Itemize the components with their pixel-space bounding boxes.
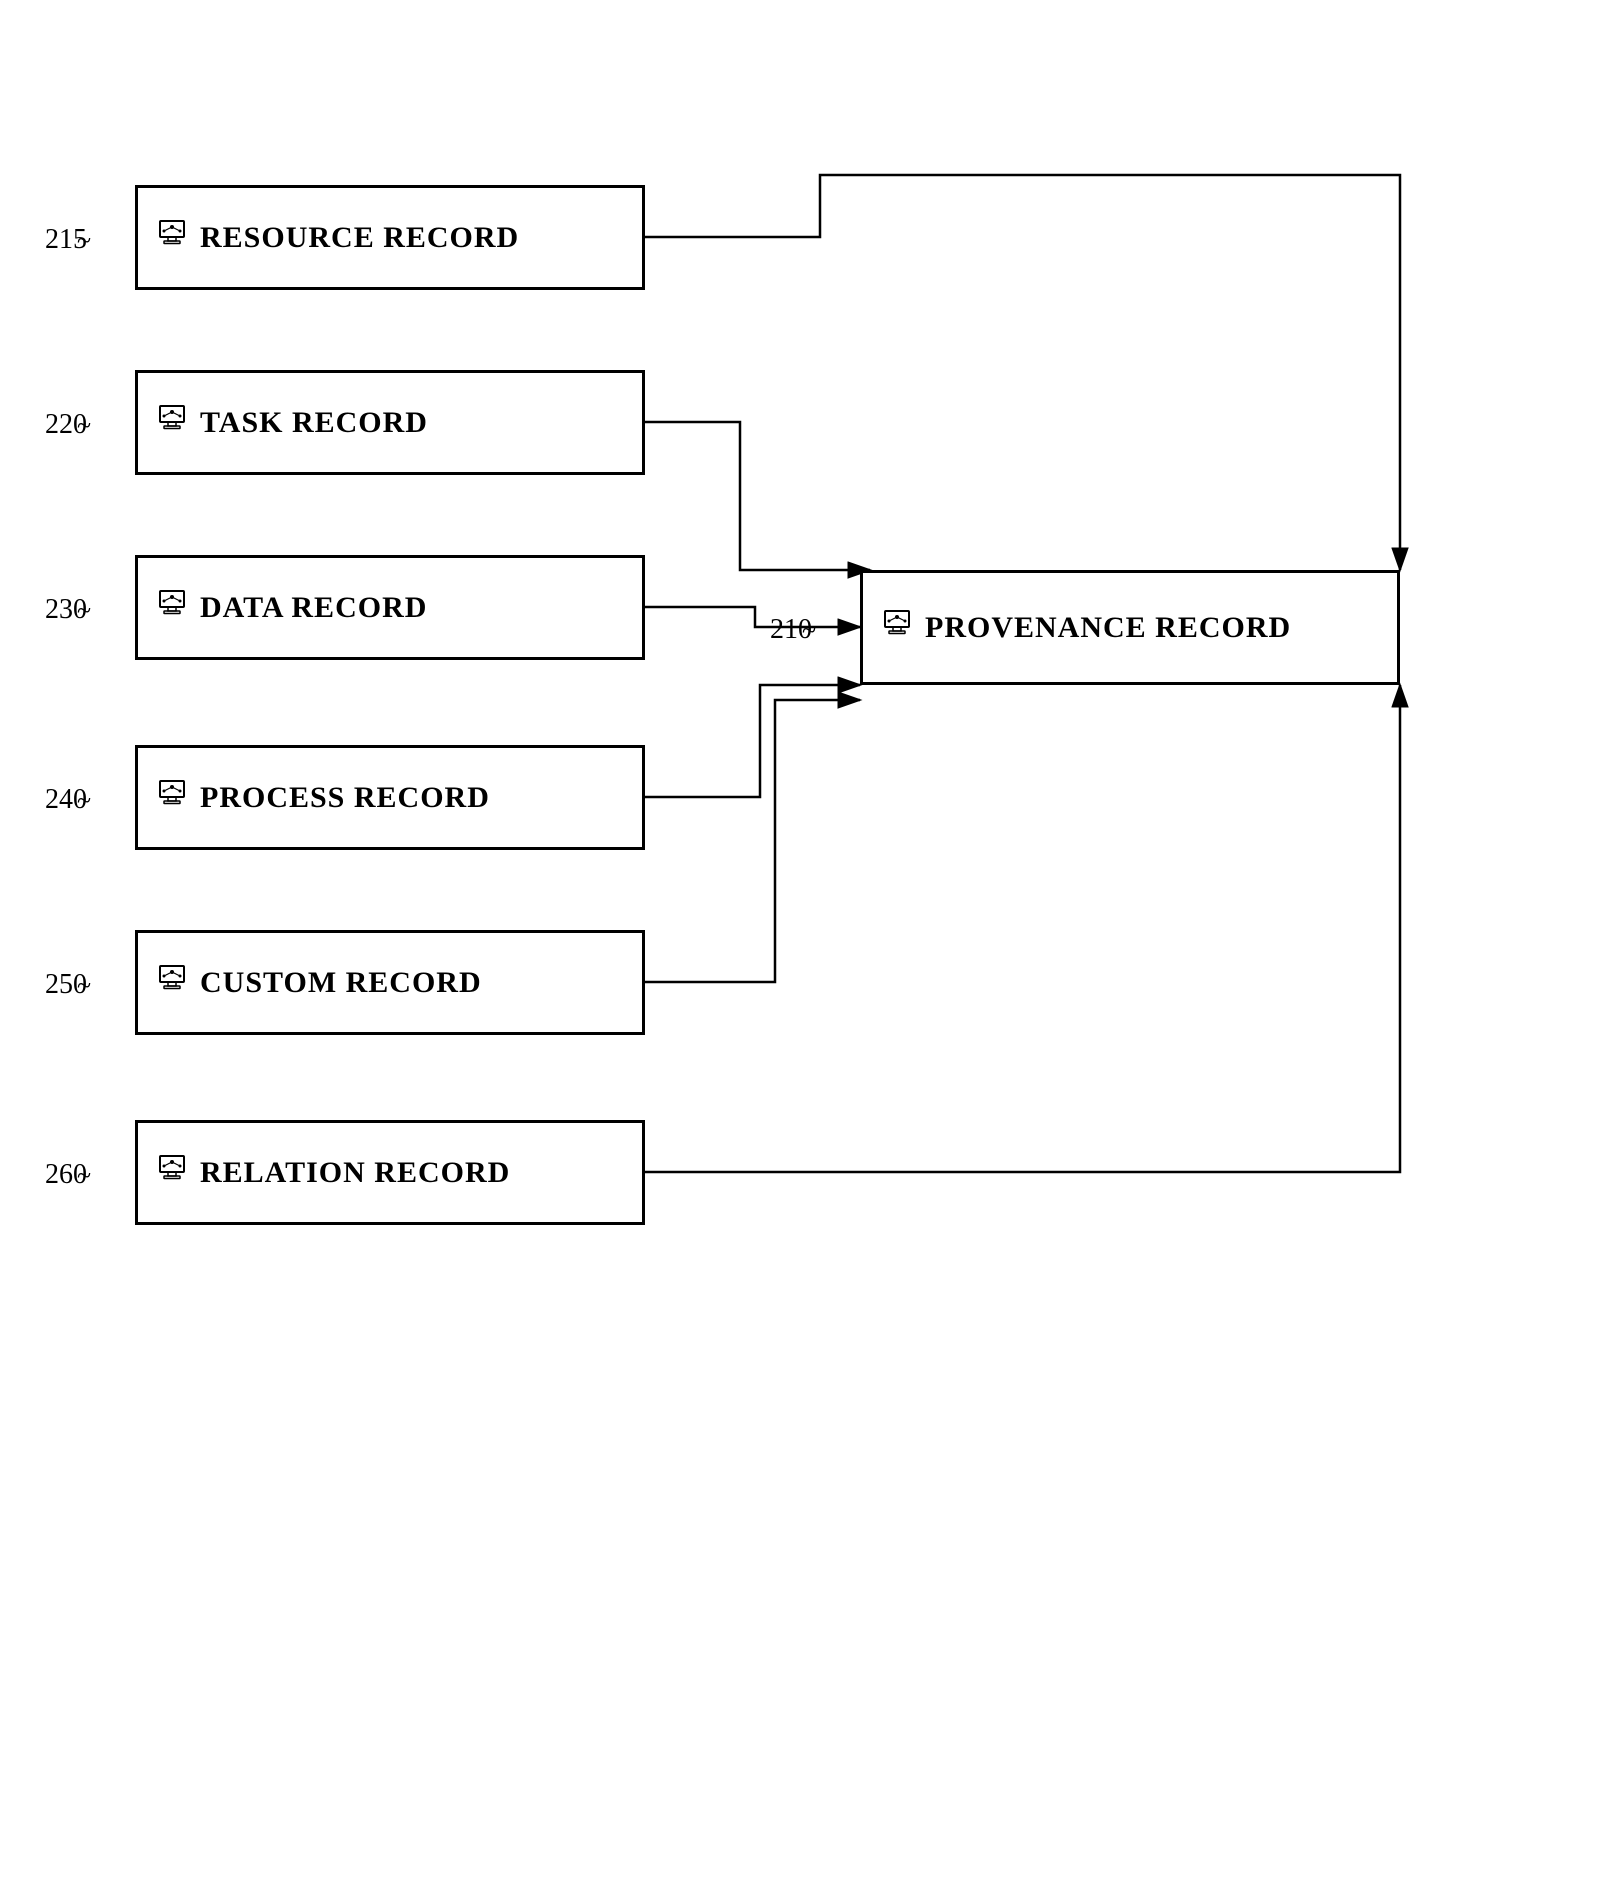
box-data: DATA RECORD: [135, 555, 645, 660]
box-relation: RELATION RECORD: [135, 1120, 645, 1225]
squiggle-task: ~: [77, 411, 91, 441]
box-custom: CUSTOM RECORD: [135, 930, 645, 1035]
label-task: TASK RECORD: [200, 406, 428, 440]
squiggle-process: ~: [77, 786, 91, 816]
label-data: DATA RECORD: [200, 591, 427, 625]
icon-relation: [154, 1152, 190, 1193]
label-provenance: PROVENANCE RECORD: [925, 611, 1291, 645]
label-custom: CUSTOM RECORD: [200, 966, 482, 1000]
icon-custom: [154, 962, 190, 1003]
icon-process: [154, 777, 190, 818]
box-process: PROCESS RECORD: [135, 745, 645, 850]
squiggle-resource: ~: [77, 226, 91, 256]
icon-data: [154, 587, 190, 628]
squiggle-data: ~: [77, 596, 91, 626]
label-process: PROCESS RECORD: [200, 781, 490, 815]
box-resource: RESOURCE RECORD: [135, 185, 645, 290]
squiggle-provenance: ~: [802, 616, 816, 646]
squiggle-custom: ~: [77, 971, 91, 1001]
squiggle-relation: ~: [77, 1161, 91, 1191]
icon-provenance: [879, 607, 915, 648]
label-relation: RELATION RECORD: [200, 1156, 510, 1190]
label-resource: RESOURCE RECORD: [200, 221, 519, 255]
box-task: TASK RECORD: [135, 370, 645, 475]
box-provenance: PROVENANCE RECORD: [860, 570, 1400, 685]
icon-task: [154, 402, 190, 443]
icon-resource: [154, 217, 190, 258]
